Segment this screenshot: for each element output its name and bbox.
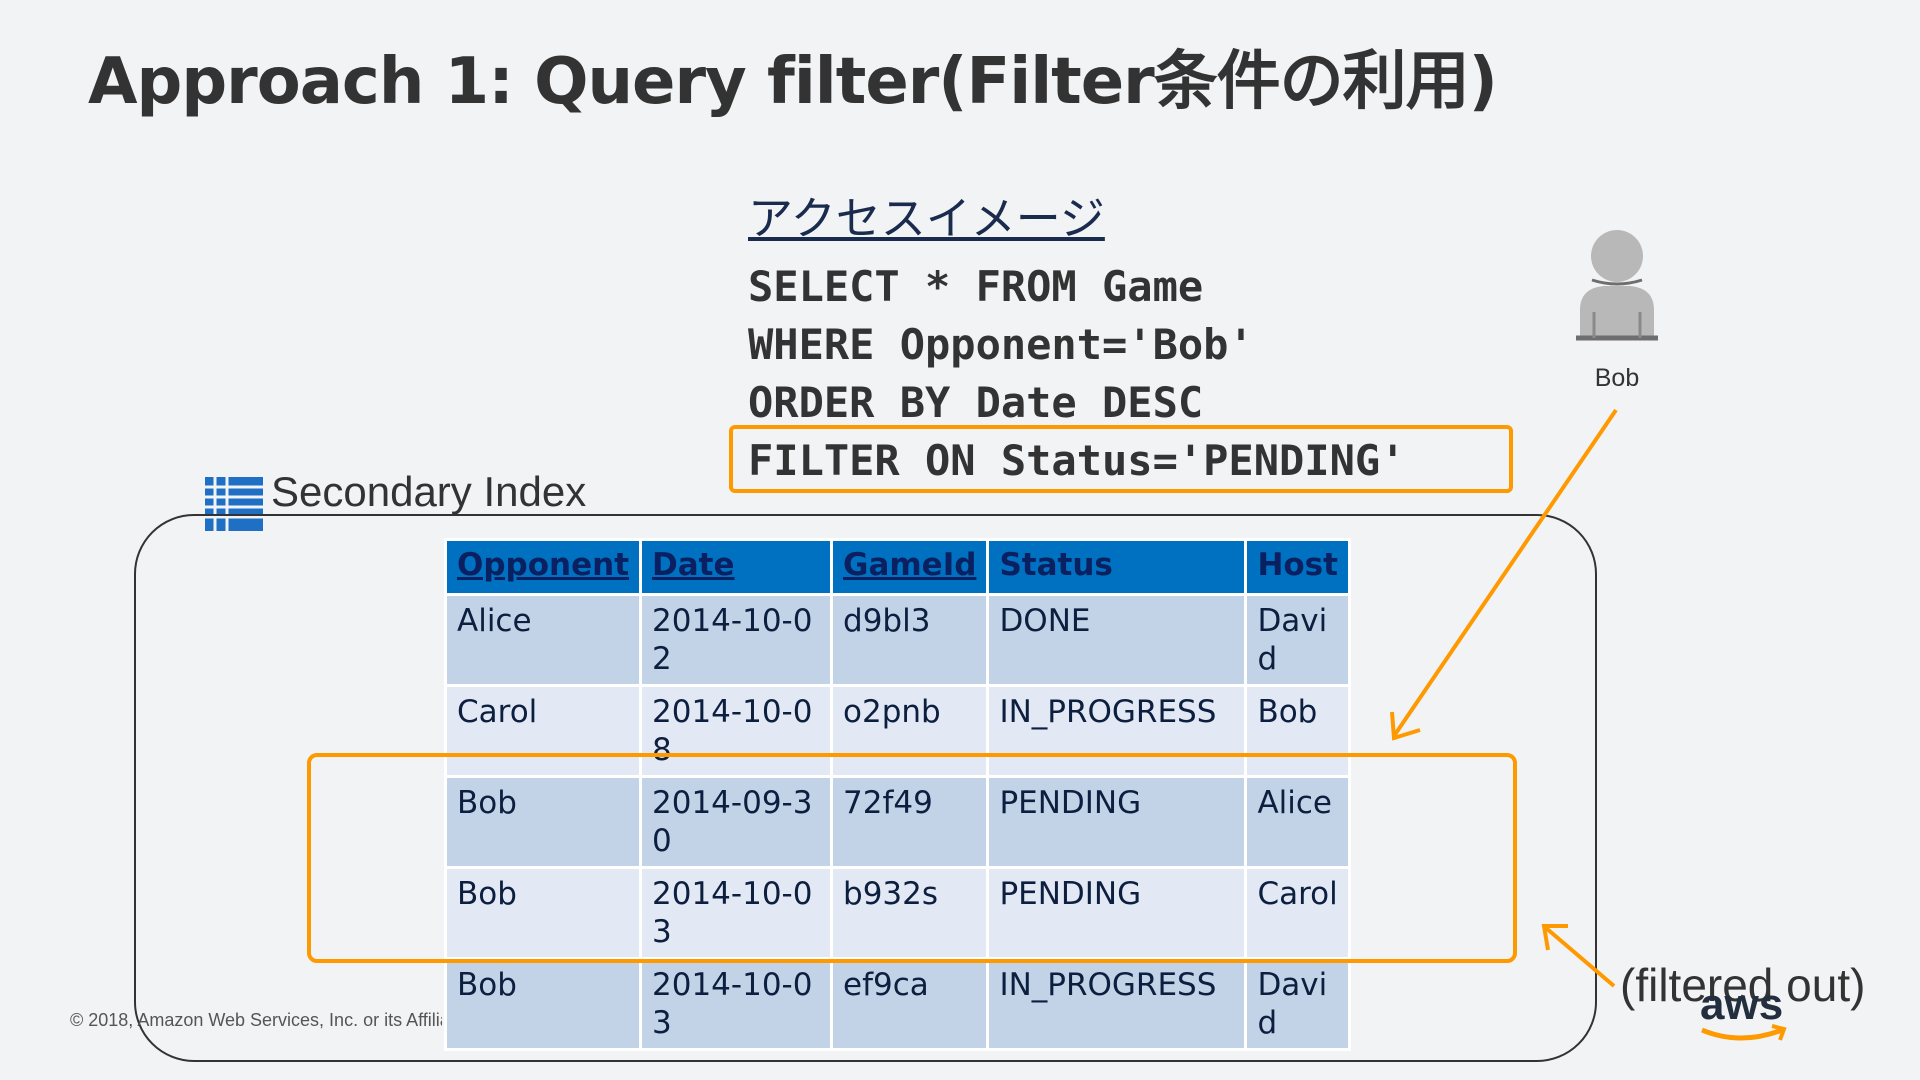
sql-line-select: SELECT * FROM Game xyxy=(748,262,1204,311)
aws-logo: aws xyxy=(1700,980,1796,1046)
aws-smile-icon xyxy=(1701,1024,1787,1041)
filter-highlight-box xyxy=(729,425,1513,493)
cell-gameid: ef9ca xyxy=(830,957,990,1051)
cell-date: 2014-10-02 xyxy=(639,593,834,687)
cell-date: 2014-10-03 xyxy=(639,957,834,1051)
table-row: Alice 2014-10-02 d9bl3 DONE David xyxy=(443,593,1352,687)
cell-opponent: Alice xyxy=(443,593,643,687)
table-row: Bob 2014-10-03 ef9ca IN_PROGRESS David xyxy=(443,957,1352,1051)
column-header-host: Host xyxy=(1244,538,1352,596)
cell-gameid: d9bl3 xyxy=(830,593,990,687)
cell-host: David xyxy=(1244,957,1352,1051)
matched-rows-highlight-box xyxy=(307,753,1517,963)
column-header-gameid: GameId xyxy=(830,538,990,596)
column-header-status: Status xyxy=(986,538,1248,596)
sql-line-order: ORDER BY Date DESC xyxy=(748,378,1204,427)
cell-status: IN_PROGRESS xyxy=(986,957,1248,1051)
column-header-opponent: Opponent xyxy=(443,538,643,596)
table-header-row: Opponent Date GameId Status Host xyxy=(443,538,1352,596)
access-pattern-heading: アクセスイメージ xyxy=(748,192,1105,245)
user-label: Bob xyxy=(1594,364,1640,392)
sql-line-where: WHERE Opponent='Bob' xyxy=(748,320,1254,369)
slide-title: Approach 1: Query filter(Filter条件の利用) xyxy=(88,45,1498,119)
column-header-date: Date xyxy=(639,538,834,596)
index-label: Secondary Index xyxy=(271,468,587,515)
cell-opponent: Bob xyxy=(443,957,643,1051)
cell-status: DONE xyxy=(986,593,1248,687)
copyright-text: © 2018, Amazon Web Services, Inc. or its… xyxy=(70,1010,442,1030)
person-icon xyxy=(1576,230,1658,341)
cell-host: David xyxy=(1244,593,1352,687)
